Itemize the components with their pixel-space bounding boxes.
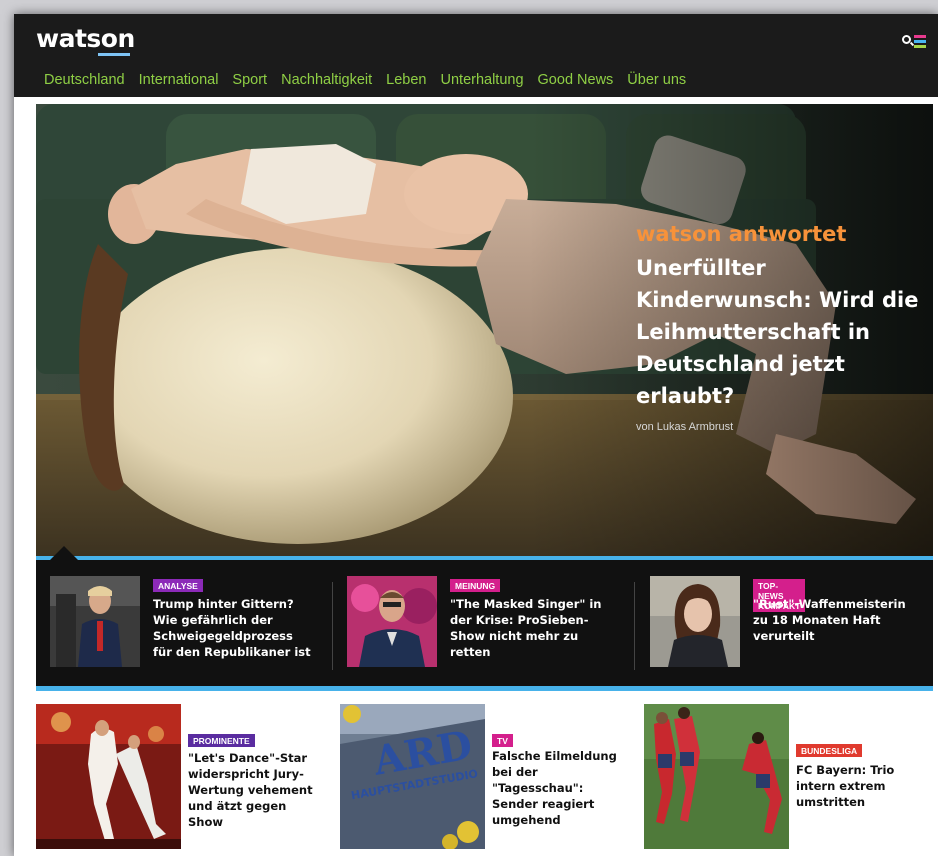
logo-accent (98, 53, 130, 56)
card-tag[interactable]: PROMINENTE (188, 734, 255, 747)
teaser-thumbnail (347, 576, 437, 667)
card-tag[interactable]: BUNDESLIGA (796, 744, 863, 757)
teaser-tag[interactable]: ANALYSE (153, 579, 203, 592)
card-title[interactable]: "Let's Dance"-Star widerspricht Jury-Wer… (188, 750, 318, 830)
hero-author: von Lukas Armbrust (636, 421, 734, 433)
teaser-tag[interactable]: MEINUNG (450, 579, 501, 592)
card-tag[interactable]: TV (492, 734, 513, 747)
nav-item-sport[interactable]: Sport (232, 72, 267, 88)
teaser-thumbnail (650, 576, 740, 667)
card-title[interactable]: FC Bayern: Trio intern extrem umstritten (796, 762, 926, 810)
nav-item-nachhaltigkeit[interactable]: Nachhaltigkeit (281, 72, 372, 88)
teaser-divider (332, 582, 333, 670)
teaser-divider (634, 582, 635, 670)
site-header: watson Deutschland International Sport N… (14, 14, 938, 97)
card-image: ARD HAUPTSTADTSTUDIO (340, 704, 485, 849)
nav-item-good-news[interactable]: Good News (538, 72, 614, 88)
teaser-title[interactable]: "The Masked Singer" in der Krise: ProSie… (450, 596, 610, 660)
teaser-title[interactable]: "Rust"-Waffenmeisterin zu 18 Monaten Haf… (753, 596, 913, 644)
hero-article[interactable]: watson antwortet Unerfüllter Kinderwunsc… (36, 104, 933, 556)
nav-item-leben[interactable]: Leben (386, 72, 426, 88)
card-title[interactable]: Falsche Eilmeldung bei der "Tagesschau":… (492, 748, 622, 828)
teaser-thumbnail (50, 576, 140, 667)
search-menu-icon[interactable] (902, 34, 926, 50)
strip-pointer (50, 546, 78, 560)
main-navigation: Deutschland International Sport Nachhalt… (44, 72, 686, 88)
hero-kicker: watson antwortet (636, 222, 847, 246)
hero-text-block: watson antwortet Unerfüllter Kinderwunsc… (636, 222, 926, 433)
nav-item-unterhaltung[interactable]: Unterhaltung (441, 72, 524, 88)
teaser-title[interactable]: Trump hinter Gittern? Wie gefährlich der… (153, 596, 313, 660)
card-image (36, 704, 181, 849)
teaser-strip: ANALYSE Trump hinter Gittern? Wie gefähr… (36, 546, 933, 691)
nav-item-ueber-uns[interactable]: Über uns (627, 72, 686, 88)
hero-headline[interactable]: Unerfüllter Kinderwunsch: Wird die Leihm… (636, 252, 926, 412)
card-image (644, 704, 789, 849)
nav-item-deutschland[interactable]: Deutschland (44, 72, 125, 88)
nav-item-international[interactable]: International (139, 72, 219, 88)
site-logo[interactable]: watson (36, 24, 135, 53)
browser-frame: watson Deutschland International Sport N… (14, 14, 938, 856)
